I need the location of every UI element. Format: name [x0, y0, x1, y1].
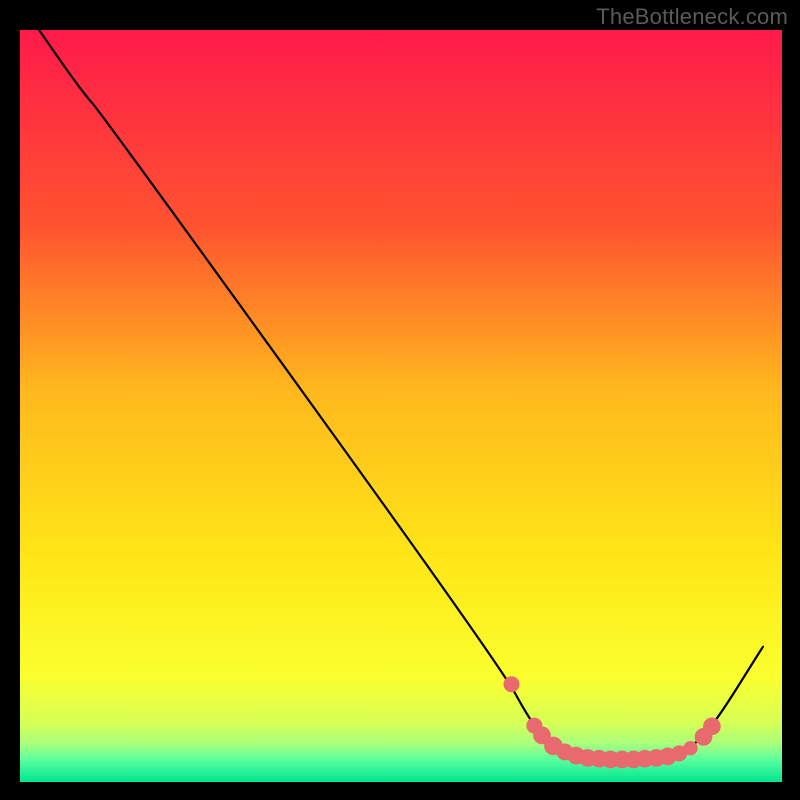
- data-point: [703, 717, 721, 735]
- data-point: [503, 676, 519, 692]
- data-point: [683, 741, 697, 755]
- chart-svg: [0, 0, 800, 800]
- watermark-text: TheBottleneck.com: [596, 4, 788, 30]
- chart-root: TheBottleneck.com: [0, 0, 800, 800]
- chart-background: [20, 30, 782, 782]
